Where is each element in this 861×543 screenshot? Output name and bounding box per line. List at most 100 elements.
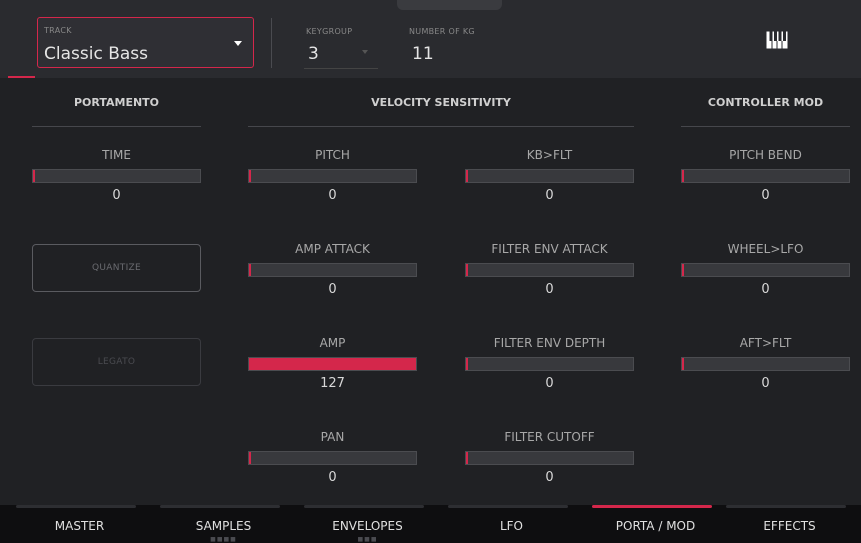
section-velocity-sensitivity: VELOCITY SENSITIVITY (371, 96, 511, 109)
tab-label: ENVELOPES (332, 519, 403, 533)
keygroup-arrow-icon (362, 50, 368, 54)
tab-indicator (448, 505, 568, 508)
tab-effects[interactable]: EFFECTS (718, 505, 861, 543)
slider-fill (466, 170, 468, 182)
param-label: KB>FLT (526, 148, 573, 162)
tab-porta-mod[interactable]: PORTA / MOD (584, 505, 727, 543)
param-label: FILTER CUTOFF (504, 430, 595, 444)
section-portamento-divider (32, 126, 201, 127)
param-kb-flt[interactable]: KB>FLT 0 (465, 147, 634, 203)
header-bar: TRACK Classic Bass KEYGROUP 3 NUMBER OF … (0, 0, 861, 78)
param-wheel-lfo[interactable]: WHEEL>LFO 0 (681, 241, 850, 297)
param-label: PITCH BEND (729, 148, 802, 162)
piano-keyboard-icon[interactable] (766, 31, 788, 49)
header-accent-line (8, 76, 35, 78)
param-value: 0 (545, 470, 554, 485)
param-slider[interactable] (248, 169, 417, 183)
param-value: 0 (545, 188, 554, 203)
track-selector[interactable]: TRACK Classic Bass (37, 17, 254, 68)
param-slider[interactable] (465, 169, 634, 183)
dropdown-arrow-icon (234, 41, 242, 46)
param-pan[interactable]: PAN 0 (248, 429, 417, 485)
tab-envelopes[interactable]: ENVELOPES ■■■ (296, 505, 439, 543)
param-pitch[interactable]: PITCH 0 (248, 147, 417, 203)
legato-button[interactable]: LEGATO (32, 338, 201, 386)
param-slider[interactable] (465, 263, 634, 277)
param-value: 0 (761, 282, 770, 297)
param-value: 0 (328, 282, 337, 297)
param-filter-env-depth[interactable]: FILTER ENV DEPTH 0 (465, 335, 634, 391)
tab-dots-icon: ■■■■ (210, 536, 237, 543)
track-value: Classic Bass (44, 44, 148, 64)
section-controller-divider (681, 126, 850, 127)
slider-fill (682, 264, 684, 276)
param-slider[interactable] (32, 169, 201, 183)
param-amp-attack[interactable]: AMP ATTACK 0 (248, 241, 417, 297)
keygroup-label: KEYGROUP (306, 27, 353, 36)
tab-master[interactable]: MASTER (8, 505, 151, 543)
header-divider (271, 18, 272, 68)
param-label: PAN (320, 430, 345, 444)
param-label: TIME (102, 148, 131, 162)
tab-indicator (592, 505, 712, 508)
tab-label: EFFECTS (763, 519, 816, 533)
bottom-tab-bar: MASTER SAMPLES ■■■■ ENVELOPES ■■■ LFO PO… (0, 505, 861, 543)
num-kg-value: 11 (412, 44, 434, 64)
param-time[interactable]: TIME 0 (32, 147, 201, 203)
param-label: WHEEL>LFO (727, 242, 804, 256)
param-filter-cutoff[interactable]: FILTER CUTOFF 0 (465, 429, 634, 485)
keygroup-value[interactable]: 3 (308, 44, 319, 64)
tab-lfo[interactable]: LFO (440, 505, 583, 543)
param-slider[interactable] (681, 169, 850, 183)
tab-label: SAMPLES (195, 519, 252, 533)
tab-dots-icon: ■■■ (357, 536, 378, 543)
tab-indicator (16, 505, 136, 508)
tab-samples[interactable]: SAMPLES ■■■■ (152, 505, 295, 543)
slider-fill (682, 170, 684, 182)
slider-fill (249, 264, 251, 276)
param-value: 0 (761, 188, 770, 203)
top-handle[interactable] (397, 0, 502, 10)
param-amp[interactable]: AMP 127 (248, 335, 417, 391)
param-value: 0 (112, 188, 121, 203)
keygroup-underline (304, 68, 378, 69)
param-slider[interactable] (248, 263, 417, 277)
param-label: PITCH (315, 148, 350, 162)
param-label: AMP (319, 336, 346, 350)
param-label: FILTER ENV DEPTH (493, 336, 606, 350)
tab-indicator (726, 505, 846, 508)
tab-label: LFO (499, 519, 524, 533)
tab-label: MASTER (54, 519, 105, 533)
slider-fill (466, 264, 468, 276)
param-slider[interactable] (465, 357, 634, 371)
param-slider[interactable] (248, 451, 417, 465)
param-label: FILTER ENV ATTACK (491, 242, 608, 256)
param-pitch-bend[interactable]: PITCH BEND 0 (681, 147, 850, 203)
param-slider[interactable] (681, 357, 850, 371)
section-portamento: PORTAMENTO (73, 96, 160, 109)
section-controller-mod: CONTROLLER MOD (707, 96, 824, 109)
param-value: 127 (320, 376, 345, 391)
slider-fill (249, 358, 416, 370)
param-slider[interactable] (465, 451, 634, 465)
slider-fill (682, 358, 684, 370)
slider-fill (249, 170, 251, 182)
tab-indicator (304, 505, 424, 508)
param-value: 0 (328, 470, 337, 485)
tab-indicator (160, 505, 280, 508)
tab-label: PORTA / MOD (615, 519, 696, 533)
section-velocity-divider (248, 126, 634, 127)
param-value: 0 (545, 282, 554, 297)
track-label: TRACK (44, 26, 72, 35)
slider-fill (466, 452, 468, 464)
param-aft-flt[interactable]: AFT>FLT 0 (681, 335, 850, 391)
param-label: AMP ATTACK (295, 242, 370, 256)
slider-fill (466, 358, 468, 370)
slider-fill (33, 170, 35, 182)
param-slider[interactable] (681, 263, 850, 277)
param-label: AFT>FLT (739, 336, 792, 350)
quantize-button[interactable]: QUANTIZE (32, 244, 201, 292)
param-slider[interactable] (248, 357, 417, 371)
slider-fill (249, 452, 251, 464)
param-filter-env-attack[interactable]: FILTER ENV ATTACK 0 (465, 241, 634, 297)
